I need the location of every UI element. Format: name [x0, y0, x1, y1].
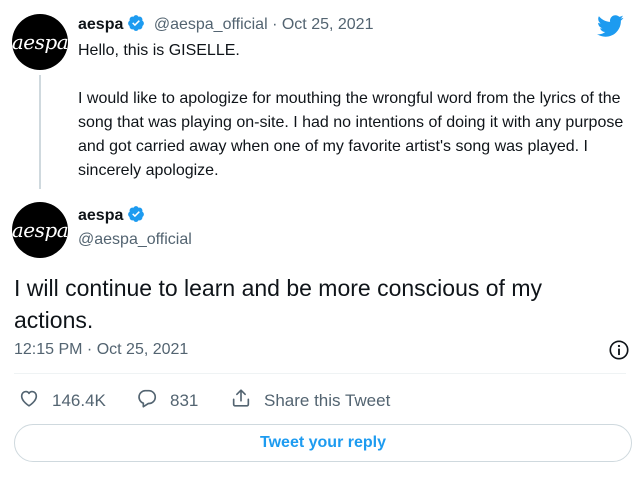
avatar-logo-text: aespa	[11, 30, 69, 54]
parent-header: aespa @aespa_official · Oct 25, 2021	[78, 14, 373, 37]
main-avatar[interactable]: aespa	[11, 202, 69, 258]
main-display-name-row: aespa	[78, 205, 145, 228]
heart-icon	[18, 387, 52, 414]
parent-tweet-text: Hello, this is GISELLE. I would like to …	[78, 39, 626, 183]
parent-date[interactable]: Oct 25, 2021	[282, 16, 374, 33]
main-display-name[interactable]: aespa	[78, 207, 123, 224]
like-count: 146.4K	[52, 390, 106, 410]
reply-button-label: Tweet your reply	[260, 434, 386, 451]
share-icon	[230, 387, 264, 414]
parent-greeting: Hello, this is GISELLE.	[78, 42, 240, 59]
like-action[interactable]: 146.4K	[18, 387, 106, 414]
parent-separator: ·	[272, 16, 278, 33]
verified-badge-icon	[127, 14, 145, 37]
parent-handle[interactable]: @aespa_official	[154, 16, 268, 33]
info-icon[interactable]	[608, 339, 630, 366]
avatar-logo-text: aespa	[11, 218, 69, 242]
main-handle[interactable]: @aespa_official	[78, 231, 192, 249]
main-tweet-text: I will continue to learn and be more con…	[14, 275, 542, 333]
reply-bubble-icon	[136, 387, 170, 414]
reply-count: 831	[170, 390, 199, 410]
main-timestamp[interactable]: 12:15 PM · Oct 25, 2021	[14, 341, 188, 359]
parent-paragraph: I would like to apologize for mouthing t…	[78, 90, 624, 179]
parent-display-name[interactable]: aespa	[78, 16, 123, 33]
thread-connector-line	[39, 75, 41, 189]
parent-avatar[interactable]: aespa	[11, 14, 69, 70]
reply-action[interactable]: 831	[136, 387, 198, 414]
share-action[interactable]: Share this Tweet	[230, 387, 390, 414]
tweet-your-reply-button[interactable]: Tweet your reply	[14, 424, 632, 462]
divider	[14, 373, 626, 374]
verified-badge-icon	[127, 205, 145, 228]
share-label: Share this Tweet	[264, 390, 391, 410]
